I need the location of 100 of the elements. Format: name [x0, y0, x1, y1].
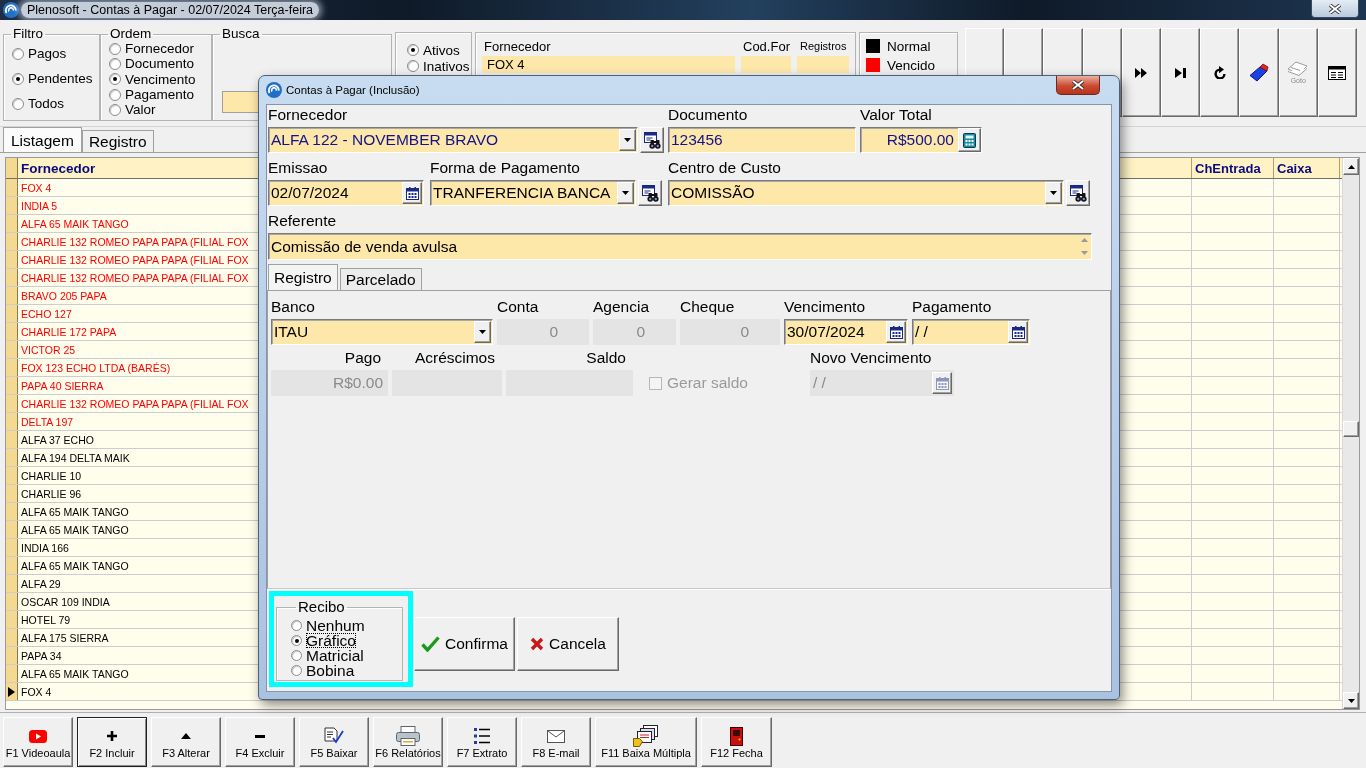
table-cell: ALFA 65 MAIK TANGO	[21, 667, 129, 680]
radio-button[interactable]	[109, 73, 121, 86]
caret-down-icon	[624, 138, 631, 142]
close-button[interactable]	[1311, 0, 1359, 18]
fast-forward-icon	[1135, 67, 1148, 78]
option-label[interactable]: Fornecedor	[125, 41, 195, 57]
radio-button[interactable]	[12, 72, 24, 85]
delete-button[interactable]: F4 Excluir	[225, 717, 295, 767]
dropdown-button[interactable]	[617, 182, 634, 204]
option-label[interactable]: Valor	[125, 102, 156, 118]
field-label: Fornecedor	[268, 107, 349, 123]
cards-icon	[633, 725, 659, 747]
option-label[interactable]: Nenhum	[306, 618, 365, 633]
option-label[interactable]: Pendentes	[28, 71, 93, 86]
reports-button[interactable]: F6 Relatórios	[373, 717, 443, 767]
tab[interactable]: Registro	[268, 264, 338, 290]
radio-button[interactable]	[109, 42, 121, 55]
video-lesson-button[interactable]: F1 Videoaula	[3, 717, 73, 767]
toolbar-button[interactable]	[1317, 28, 1358, 117]
calculator-button[interactable]	[958, 128, 981, 152]
option-label[interactable]: Inativos	[423, 58, 470, 74]
field-label: Pago	[343, 350, 382, 366]
dropdown-field[interactable]: TRANFERENCIA BANCA	[430, 180, 636, 206]
lookup-button[interactable]	[638, 180, 662, 206]
option-label[interactable]: Matricial	[306, 648, 364, 663]
confirm-button[interactable]: Confirma	[414, 617, 515, 671]
email-button[interactable]: F8 E-mail	[521, 717, 591, 767]
radio-button[interactable]	[109, 57, 121, 70]
calendar-button[interactable]	[402, 182, 422, 204]
minus-icon	[255, 734, 265, 738]
lookup-button[interactable]	[640, 127, 664, 153]
table-cell: ALFA 29	[21, 577, 61, 590]
dropdown-button[interactable]	[1045, 182, 1062, 204]
batch-settle-button[interactable]: F11 Baixa Múltipla	[595, 717, 697, 767]
date-field[interactable]: / /	[912, 319, 1030, 345]
dropdown-field[interactable]: COMISSÃO	[668, 180, 1064, 206]
field-label: Fornecedor	[483, 39, 552, 54]
table-cell: CHARLIE 10	[21, 469, 82, 482]
radio-button[interactable]	[291, 665, 302, 676]
option-label[interactable]: Vencimento	[125, 71, 196, 87]
tab[interactable]: Parcelado	[339, 268, 422, 290]
app-logo-icon	[3, 2, 19, 18]
column-header[interactable]: Fornecedor	[21, 160, 96, 176]
radio-button[interactable]	[12, 97, 24, 110]
option-label[interactable]: Documento	[125, 56, 195, 72]
toolbar-button[interactable]	[1121, 28, 1161, 117]
scrollbar-thumb[interactable]	[1343, 421, 1359, 437]
radio-button[interactable]	[12, 47, 24, 60]
form-icon	[1328, 65, 1347, 80]
statement-button[interactable]: F7 Extrato	[447, 717, 517, 767]
radio-button[interactable]	[407, 44, 419, 56]
dropdown-field[interactable]: ITAU	[271, 319, 493, 345]
text-field[interactable]: FOX 4	[482, 56, 735, 73]
video-play-icon	[29, 729, 47, 743]
calendar-button[interactable]	[886, 321, 906, 343]
text-field[interactable]	[741, 56, 791, 73]
field-label: Pagamento	[912, 299, 993, 315]
dropdown-button[interactable]	[474, 321, 491, 343]
list-icon	[474, 727, 490, 745]
date-field[interactable]: 30/07/2024	[784, 319, 908, 345]
radio-button[interactable]	[291, 620, 302, 631]
radio-button[interactable]	[291, 650, 302, 661]
radio-button[interactable]	[407, 60, 419, 72]
column-header[interactable]: Caixa	[1274, 158, 1340, 178]
exit-button[interactable]: F12 Fecha	[701, 717, 772, 767]
tab[interactable]: Registro	[81, 130, 154, 152]
settle-button[interactable]: F5 Baixar	[299, 717, 369, 767]
field-label: Acréscimos	[413, 350, 496, 366]
scroll-down-button[interactable]	[1343, 692, 1359, 709]
row-header[interactable]	[6, 683, 18, 700]
dialog-title: Contas à Pagar (Inclusão)	[286, 84, 420, 96]
dropdown-field[interactable]: ALFA 122 - NOVEMBER BRAVO	[268, 127, 638, 153]
dropdown-button[interactable]	[619, 129, 636, 151]
number-field[interactable]: R$500.00	[860, 127, 982, 153]
toolbar-button[interactable]	[1239, 28, 1279, 117]
add-button[interactable]: F2 Incluir	[77, 717, 147, 767]
close-button[interactable]	[1056, 76, 1100, 95]
text-field[interactable]	[797, 56, 849, 73]
edit-button[interactable]: F3 Alterar	[151, 717, 221, 767]
date-field[interactable]: 02/07/2024	[268, 180, 424, 206]
door-icon	[730, 726, 743, 746]
radio-button[interactable]	[291, 635, 302, 646]
option-label[interactable]: Bobina	[306, 663, 355, 678]
option-label[interactable]: Gráfico	[306, 633, 356, 648]
calendar-button[interactable]	[1008, 321, 1028, 343]
scroll-up-button[interactable]	[1343, 158, 1359, 175]
tab[interactable]: Listagem	[3, 127, 82, 152]
option-label[interactable]: Pagos	[28, 46, 67, 61]
option-label[interactable]: Ativos	[423, 42, 460, 58]
field-label: Referente	[268, 213, 338, 229]
text-field[interactable]: 123456	[668, 127, 856, 153]
column-header[interactable]: ChEntrada	[1192, 158, 1274, 178]
lookup-button[interactable]	[1066, 180, 1090, 206]
option-label[interactable]: Pagamento	[125, 87, 195, 103]
window-title: Plenosoft - Contas à Pagar - 02/07/2024 Terça-feira	[21, 2, 320, 18]
radio-button[interactable]	[109, 88, 121, 101]
option-label[interactable]: Todos	[28, 96, 65, 111]
calendar-icon	[1011, 325, 1025, 339]
radio-button[interactable]	[109, 103, 121, 116]
cancel-button[interactable]: Cancela	[517, 617, 619, 671]
